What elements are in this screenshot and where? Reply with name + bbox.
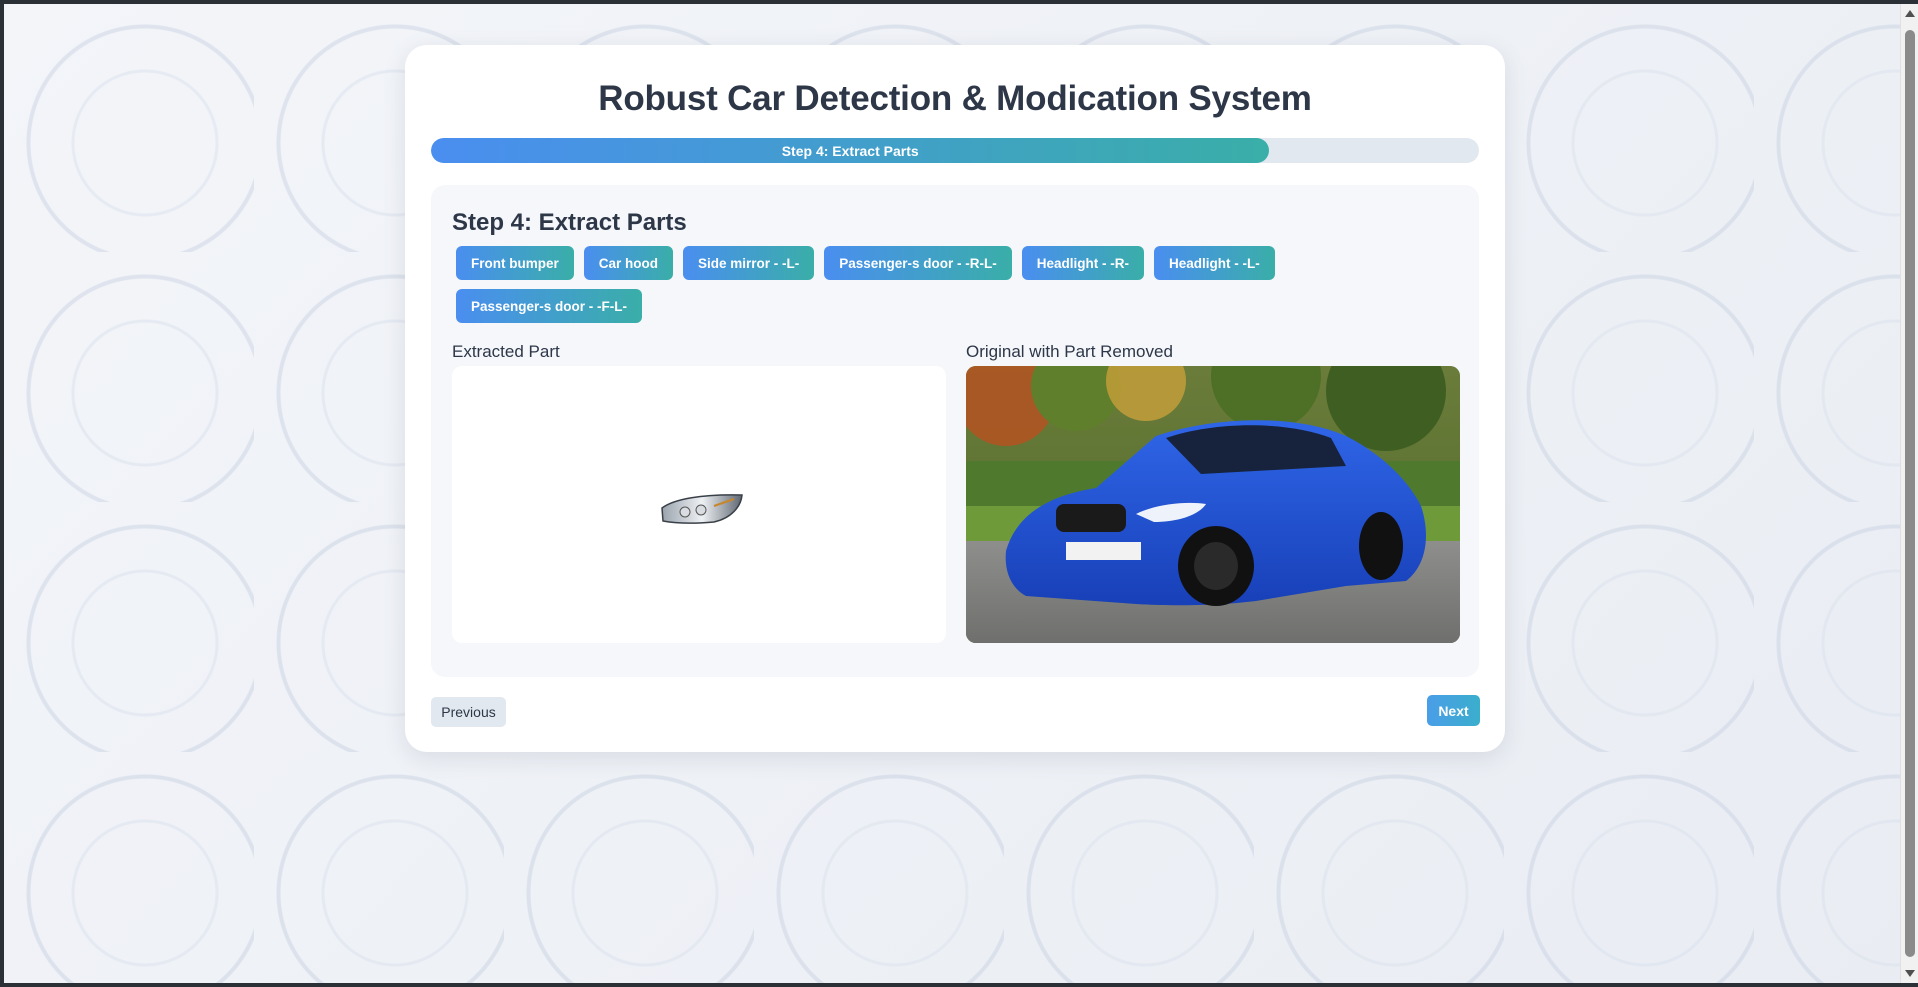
arrow-up-icon[interactable] bbox=[1905, 10, 1915, 17]
part-button-headlight-r[interactable]: Headlight - -R- bbox=[1021, 246, 1145, 280]
part-button-side-mirror-l[interactable]: Side mirror - -L- bbox=[683, 246, 815, 280]
scrollbar[interactable] bbox=[1900, 4, 1918, 983]
step-panel: Step 4: Extract Parts Front bumper Car h… bbox=[431, 185, 1479, 677]
original-car-image bbox=[966, 366, 1460, 643]
progress-fill: Step 4: Extract Parts bbox=[431, 138, 1270, 163]
extracted-part-label: Extracted Part bbox=[452, 342, 560, 361]
page-title: Robust Car Detection & Modication System bbox=[598, 79, 1312, 118]
part-button-car-hood[interactable]: Car hood bbox=[583, 246, 673, 280]
parts-list: Front bumper Car hood Side mirror - -L- … bbox=[456, 246, 1456, 323]
step-heading: Step 4: Extract Parts bbox=[452, 209, 687, 236]
car-photo bbox=[966, 366, 1460, 643]
arrow-down-icon[interactable] bbox=[1905, 970, 1915, 977]
headlight-image bbox=[661, 494, 743, 524]
part-button-headlight-l[interactable]: Headlight - -L- bbox=[1154, 246, 1275, 280]
previous-button[interactable]: Previous bbox=[431, 697, 506, 727]
extracted-part-image bbox=[452, 366, 946, 643]
progress-bar: Step 4: Extract Parts bbox=[431, 138, 1479, 163]
next-button[interactable]: Next bbox=[1427, 695, 1480, 726]
part-button-front-bumper[interactable]: Front bumper bbox=[456, 246, 574, 280]
original-image-label: Original with Part Removed bbox=[966, 342, 1173, 361]
part-button-passenger-door-fl[interactable]: Passenger-s door - -F-L- bbox=[456, 289, 643, 323]
progress-label: Step 4: Extract Parts bbox=[781, 142, 919, 159]
scrollbar-thumb[interactable] bbox=[1905, 30, 1915, 957]
part-button-passenger-door-rl[interactable]: Passenger-s door - -R-L- bbox=[824, 246, 1012, 280]
main-card: Robust Car Detection & Modication System… bbox=[405, 45, 1505, 752]
